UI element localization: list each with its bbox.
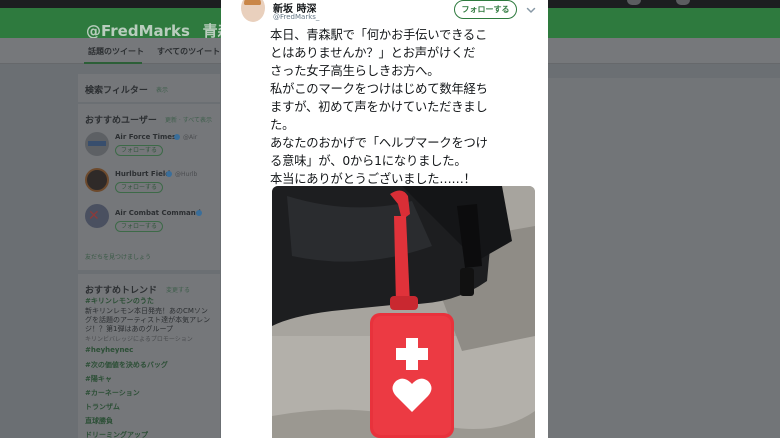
trend-item[interactable]: 直球勝負 xyxy=(85,416,113,426)
trend-item[interactable]: #陽キャ xyxy=(85,374,112,384)
tweet-text-line: 私がこのマークをつけはじめて数年経ち xyxy=(270,82,488,96)
air-combat-command-logo: ✕ xyxy=(88,208,100,224)
right-sidebar-card xyxy=(548,78,780,438)
tweet-text-line: あなたのおかげで「ヘルプマークをつけ xyxy=(270,136,488,150)
active-tab-indicator xyxy=(84,62,142,64)
chevron-down-icon[interactable] xyxy=(525,4,537,16)
recommended-users-actions[interactable]: 更新 · すべて表示 xyxy=(165,115,212,124)
trends-title: おすすめトレンド xyxy=(85,286,158,296)
trends-change-link[interactable]: 変更する xyxy=(166,285,190,294)
verified-badge-icon xyxy=(196,210,202,216)
trend-item[interactable]: #heyheynec xyxy=(85,346,133,354)
tweet-photo[interactable] xyxy=(272,186,535,438)
follow-button[interactable]: フォローする xyxy=(115,145,164,156)
tab-top-tweets[interactable]: 話題のツイート xyxy=(88,46,144,57)
follow-button[interactable]: フォローする xyxy=(115,182,164,193)
verified-badge-icon xyxy=(166,171,172,177)
follow-button[interactable]: フォローする xyxy=(454,0,517,19)
user-name[interactable]: Hurlburt Field xyxy=(115,170,170,178)
author-avatar[interactable] xyxy=(241,0,265,22)
tweet-text-line: 本日、青森駅で「何かお手伝いできるこ xyxy=(270,28,488,42)
tab-all-tweets[interactable]: すべてのツイート xyxy=(157,46,220,57)
trend-item[interactable]: #カーネーション xyxy=(85,388,140,398)
promoted-label: キリンビバレッジによるプロモーション xyxy=(85,336,193,343)
tweet-text-line: とはありませんか？」とお声がけくだ xyxy=(270,46,476,60)
trend-description: ジ！？第1弾はあのグループ xyxy=(85,325,174,333)
trend-item[interactable]: #次の価値を決めるバッグ xyxy=(85,360,168,370)
user-handle: @Air xyxy=(183,134,198,141)
user-name[interactable]: Air Combat Command xyxy=(115,209,201,217)
verified-badge-icon xyxy=(174,134,180,140)
trend-item[interactable]: #キリンレモンのうた xyxy=(85,296,154,306)
trend-item[interactable]: トランザム xyxy=(85,402,120,412)
recommended-users-title: おすすめユーザー xyxy=(85,116,157,126)
user-name[interactable]: Air Force Times xyxy=(115,133,176,141)
hurlburt-field-avatar[interactable] xyxy=(85,168,109,192)
air-force-times-logo xyxy=(88,141,106,146)
user-handle: @Hurlb xyxy=(175,171,198,178)
author-handle[interactable]: @FredMarks_ xyxy=(273,13,319,21)
search-filter-title: 検索フィルター xyxy=(85,86,148,96)
search-filter-show-link[interactable]: 表示 xyxy=(156,85,168,94)
trend-item[interactable]: ドリーミングアップ xyxy=(85,430,148,438)
tweet-text-line: る意味」が、0から1になりました。 xyxy=(270,154,467,168)
tweet-text: 本日、青森駅で「何かお手伝いできるこ とはありませんか？」とお声がけくだ さった… xyxy=(270,26,540,188)
follow-button[interactable]: フォローする xyxy=(115,221,164,232)
tweet-text-line: た。 xyxy=(270,118,295,132)
find-friends-link[interactable]: 友だちを見つけましょう xyxy=(85,252,151,261)
tweet-text-line: さった女子高生らしきお方へ。 xyxy=(270,64,440,78)
tweet-modal: 新坂 時深 @FredMarks_ フォローする 本日、青森駅で「何かお手伝いで… xyxy=(221,0,548,438)
tweet-text-line: ますが、初めて声をかけていただきまし xyxy=(270,100,488,114)
